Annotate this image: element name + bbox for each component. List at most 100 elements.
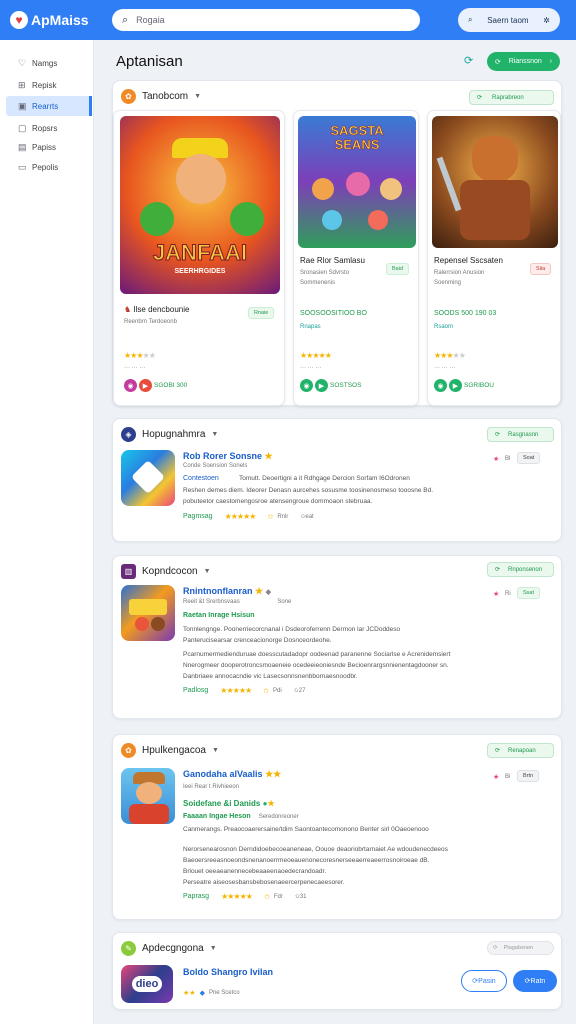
sidebar-item-4[interactable]: ▢ Ropsrs	[6, 118, 92, 138]
app-pill[interactable]: Soat	[517, 452, 541, 464]
app-description: Panterucisearsar crenceacionorge Dosnceo…	[183, 637, 332, 644]
section-action-button[interactable]: ⟳ Rnponsenon	[487, 562, 554, 577]
section-action-button[interactable]: ⟳ Ptagabsnen	[487, 941, 554, 955]
section-action-label: Raprabreon	[492, 94, 524, 101]
app-logo[interactable]: ♥ ApMaiss	[10, 9, 89, 31]
star-rating: ★★	[183, 990, 196, 997]
sidebar-item-2[interactable]: ⊞ Repisk	[6, 75, 92, 95]
page-title: Aptanisan	[116, 53, 183, 70]
sidebar-item-label: Rearrts	[32, 101, 59, 111]
app-icon[interactable]: dieo	[121, 965, 173, 1003]
section-header[interactable]: ✎ Apdecgngona ▼	[121, 941, 217, 956]
primary-button[interactable]: ⟳ Rianssnon ›	[487, 52, 560, 71]
play-icon[interactable]: ▶	[315, 379, 328, 392]
star-rating: ★★★★★	[434, 351, 466, 360]
game-meta: Sommenenis	[300, 280, 336, 286]
primary-button-label: Rianssnon	[508, 58, 542, 65]
game-meta: Ralerrsion Anusion	[434, 270, 485, 276]
sidebar-item-6[interactable]: ▭ Pepolis	[6, 157, 92, 177]
game-art-title: JANFAAI	[152, 240, 248, 266]
section-header[interactable]: ✿ Tanobcom ▼	[121, 89, 201, 104]
primary-action-button[interactable]: ⟳ Ratn	[513, 970, 557, 992]
app-icon[interactable]	[121, 768, 175, 824]
store-icon[interactable]: ◉	[124, 379, 137, 392]
warrior-body-shape	[460, 180, 530, 240]
character-shape	[322, 210, 342, 230]
game-thumbnail[interactable]	[432, 116, 558, 248]
sword-shape	[436, 156, 462, 212]
star-outline-icon: ✩	[263, 893, 270, 901]
chevron-down-icon: ▼	[211, 747, 219, 754]
search-input[interactable]: ⌕ Rogaia	[112, 9, 420, 31]
game-thumbnail[interactable]: JANFAAI SEERHRGIDES	[120, 116, 280, 294]
app-description: Danbriaee annocacndie vic Lasecsonnsnenb…	[183, 673, 358, 680]
app-note: eat	[305, 513, 314, 520]
section-action-button[interactable]: ⟳ Raprabreon	[469, 90, 554, 105]
app-tag-note: Seredonreoner	[258, 814, 299, 820]
section-title: Hpulkengacoa	[142, 745, 206, 756]
secondary-button-label: Pasin	[478, 977, 496, 985]
search-icon: ⌕	[468, 15, 473, 24]
store-icon[interactable]: ◉	[300, 379, 313, 392]
section-header[interactable]: ▥ Kopndcocon ▼	[121, 564, 211, 579]
section-action-button[interactable]: ⟳ Renapoan	[487, 743, 554, 758]
app-description: pobuteetor caestomengosroe atensengroue …	[183, 498, 373, 505]
sidebar-item-label: Repisk	[32, 80, 57, 90]
warrior-head-shape	[472, 136, 518, 182]
section-action-label: Rasgnasnn	[508, 431, 539, 438]
chevron-down-icon: ▼	[194, 93, 202, 100]
sidebar: ♡ Namgs ⊞ Repisk ▣ Rearrts ▢ Ropsrs ▤ Papiss …	[0, 40, 94, 1024]
diamond-icon: ◆	[265, 589, 271, 596]
refresh-icon: ⟳	[495, 567, 501, 573]
search-icon: ⌕	[122, 13, 129, 26]
section-action-button[interactable]: ⟳ Rasgnasnn	[487, 427, 554, 442]
section-header[interactable]: ✿ Hpulkengacoa ▼	[121, 743, 219, 758]
app-note: 31	[299, 893, 307, 900]
app-icon[interactable]	[121, 585, 175, 641]
star-icon: ★	[267, 799, 275, 808]
character-shape	[368, 210, 388, 230]
secondary-button[interactable]: ⟳ Pasin	[461, 970, 507, 992]
refresh-icon[interactable]: ⟳	[464, 54, 473, 67]
app-pill[interactable]: Brtn	[517, 770, 540, 782]
top-search-button[interactable]: ⌕ Saern taom ✲	[458, 8, 560, 32]
primary-action-label: Ratn	[530, 977, 546, 985]
game-price: SOODS 500 190 03	[434, 310, 497, 317]
section-list-1: ◈ Hopugnahmra ▼ ⟳ Rasgnasnn Rob Rorer Sonsn…	[112, 418, 562, 542]
app-name: ApMaiss	[31, 12, 89, 28]
game-card[interactable]: Repensel Sscsaten Ralerrsion Anusion Soe…	[427, 110, 561, 406]
face-shape	[176, 154, 226, 204]
refresh-icon: ⟳	[477, 95, 483, 101]
sidebar-item-3[interactable]: ▣ Rearrts	[6, 96, 92, 116]
store-icon[interactable]: ◉	[434, 379, 447, 392]
game-card[interactable]: SAGSTA SEANS Rae Rlor Samlasu Sronasien …	[293, 110, 419, 406]
game-thumbnail[interactable]: SAGSTA SEANS	[298, 116, 416, 248]
sidebar-item-label: Pepolis	[32, 162, 59, 172]
pill-count: Bi	[505, 774, 511, 780]
section-header[interactable]: ◈ Hopugnahmra ▼	[121, 427, 218, 442]
leaf-icon: ✎	[121, 941, 136, 956]
game-name: Repensel Sscsaten	[434, 256, 503, 265]
star-rating: ★★★★★	[300, 351, 332, 360]
game-rating-meta: ··· ··· ···	[434, 365, 456, 371]
app-subtitle: Ieei Rear t Rivhieeon	[183, 784, 240, 790]
section-title: Kopndcocon	[142, 566, 198, 577]
character-shape	[346, 172, 370, 196]
app-pill[interactable]: Ssat	[517, 587, 541, 599]
app-name: Ganodaha alVaalis ★★	[183, 769, 281, 780]
books-icon: ▥	[121, 564, 136, 579]
app-subtitle: Reeit &t Srerbnsvaas Sone	[183, 599, 291, 605]
app-subtitle-text: Reeit &t Srerbnsvaas	[183, 599, 240, 605]
game-art-title: SAGSTA SEANS	[330, 123, 384, 152]
sidebar-item-5[interactable]: ▤ Papiss	[6, 137, 92, 157]
app-icon[interactable]	[121, 450, 175, 506]
sidebar-item-1[interactable]: ♡ Namgs	[6, 53, 92, 73]
section-title: Hopugnahmra	[142, 429, 206, 440]
play-icon[interactable]: ▶	[449, 379, 462, 392]
play-icon[interactable]: ▶	[139, 379, 152, 392]
game-card[interactable]: JANFAAI SEERHRGIDES ♞ Ilse dencbounie Re…	[113, 110, 285, 406]
section-list-3: ✿ Hpulkengacoa ▼ ⟳ Renapoan Ganodaha alVaal…	[112, 734, 562, 920]
game-action-label: SOSTSOS	[330, 382, 362, 389]
top-search-label: Saern taom	[487, 15, 529, 25]
star-icon: ★	[493, 591, 500, 598]
